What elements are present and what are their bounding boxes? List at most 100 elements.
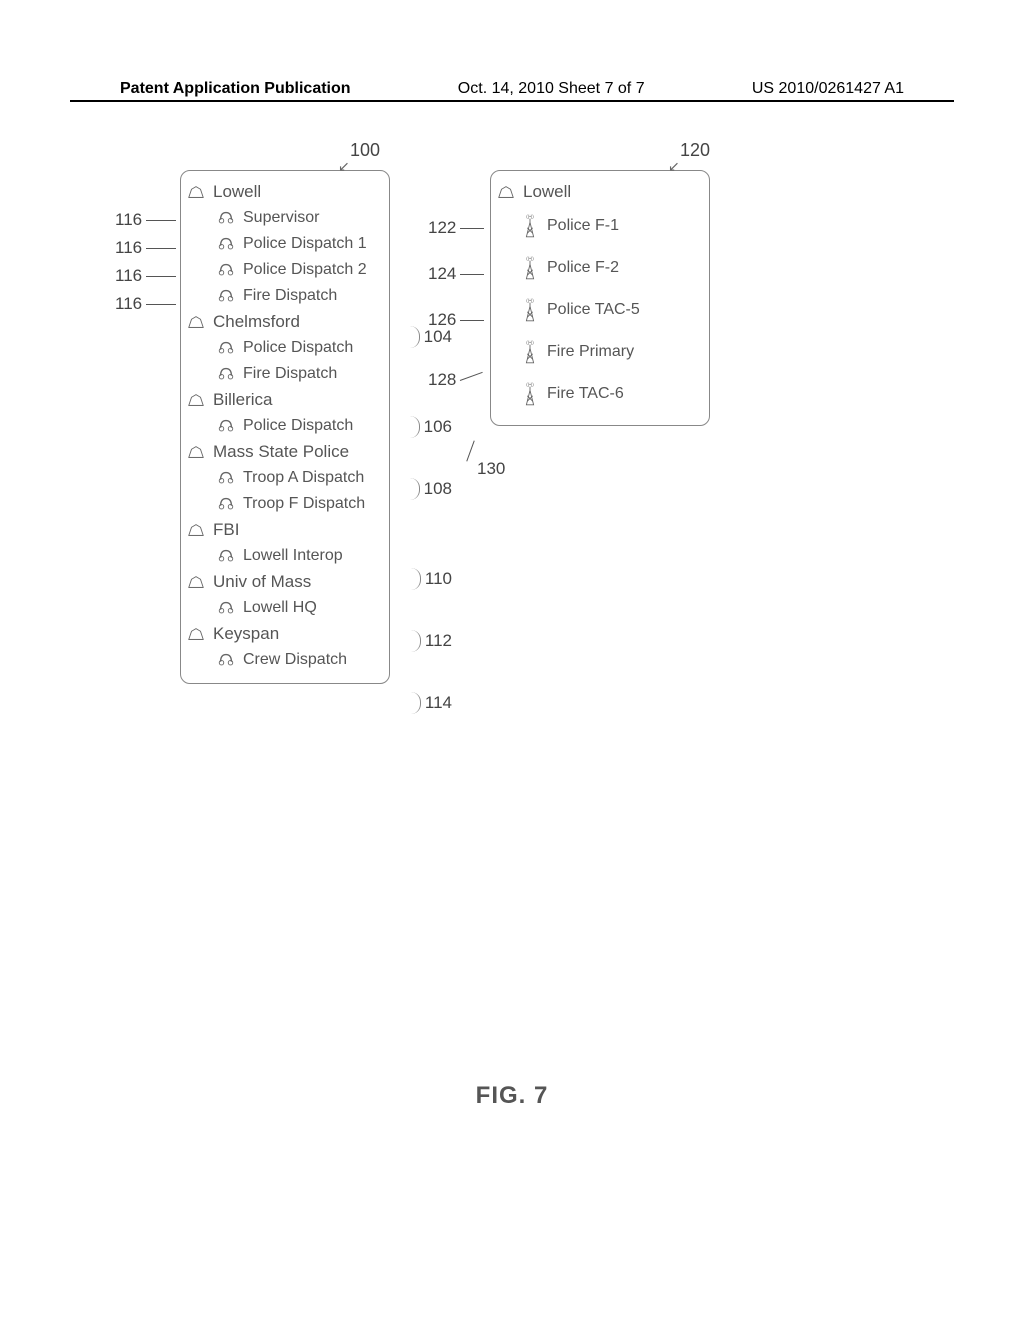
item-label: Crew Dispatch xyxy=(243,651,347,669)
building-icon xyxy=(187,523,205,537)
ref-100: 100 xyxy=(350,140,380,161)
building-icon xyxy=(187,393,205,407)
list-item: Fire Dispatch xyxy=(193,361,377,387)
tower-icon: ((•)) xyxy=(521,381,539,407)
item-label: Fire Dispatch xyxy=(243,287,337,305)
item-label: Lowell Interop xyxy=(243,547,343,565)
headset-icon xyxy=(217,547,235,565)
ref-130: 130 xyxy=(470,440,505,462)
item-label: Lowell HQ xyxy=(243,599,317,617)
header-left: Patent Application Publication xyxy=(120,80,351,98)
group-fbi: FBI xyxy=(187,517,377,543)
list-item: Troop A Dispatch xyxy=(193,465,377,491)
diagram-area: 100 ↙ 116 116 116 116 104 106 108 110 11… xyxy=(180,170,710,684)
header-divider xyxy=(70,100,954,102)
list-item: Fire Dispatch xyxy=(193,283,377,309)
item-label: Troop A Dispatch xyxy=(243,469,364,487)
group-keyspan: Keyspan xyxy=(187,621,377,647)
list-item: Lowell HQ xyxy=(193,595,377,621)
item-label: Supervisor xyxy=(243,209,319,227)
headset-icon xyxy=(217,417,235,435)
group-lowell-right: Lowell xyxy=(497,179,697,205)
svg-text:((•)): ((•)) xyxy=(526,340,534,345)
building-icon xyxy=(187,575,205,589)
svg-text:((•)): ((•)) xyxy=(526,214,534,219)
svg-text:((•)): ((•)) xyxy=(526,382,534,387)
group-label: FBI xyxy=(213,520,239,540)
group-billerica: Billerica xyxy=(187,387,377,413)
item-label: Fire TAC-6 xyxy=(547,385,624,403)
list-item: ((•)) Fire Primary xyxy=(503,331,697,373)
right-panel-wrapper: 120 ↙ 122 124 126 128 130 Lowell ((•)) P… xyxy=(490,170,710,684)
item-label: Police F-1 xyxy=(547,217,619,235)
group-lowell: Lowell xyxy=(187,179,377,205)
page-header: Patent Application Publication Oct. 14, … xyxy=(0,80,1024,98)
group-chelmsford: Chelmsford xyxy=(187,309,377,335)
headset-icon xyxy=(217,287,235,305)
ref-108: 108 xyxy=(408,478,452,500)
ref-116-b: 116 xyxy=(115,238,176,258)
list-item: ((•)) Police F-2 xyxy=(503,247,697,289)
tower-icon: ((•)) xyxy=(521,339,539,365)
svg-text:((•)): ((•)) xyxy=(526,298,534,303)
tower-icon: ((•)) xyxy=(521,297,539,323)
ref-116-a: 116 xyxy=(115,210,176,230)
building-icon xyxy=(187,185,205,199)
ref-128: 128 xyxy=(428,370,484,390)
tower-icon: ((•)) xyxy=(521,255,539,281)
headset-icon xyxy=(217,235,235,253)
header-right: US 2010/0261427 A1 xyxy=(752,80,904,98)
ref-112: 112 xyxy=(409,630,452,652)
headset-icon xyxy=(217,599,235,617)
item-label: Police Dispatch xyxy=(243,417,353,435)
left-panel: Lowell Supervisor Police Dispatch 1 Poli… xyxy=(180,170,390,684)
headset-icon xyxy=(217,469,235,487)
list-item: Supervisor xyxy=(193,205,377,231)
ref-106: 106 xyxy=(408,416,452,438)
group-label: Lowell xyxy=(523,182,571,202)
headset-icon xyxy=(217,209,235,227)
headset-icon xyxy=(217,365,235,383)
group-label: Mass State Police xyxy=(213,442,349,462)
item-label: Police Dispatch 2 xyxy=(243,261,367,279)
list-item: Lowell Interop xyxy=(193,543,377,569)
group-umass: Univ of Mass xyxy=(187,569,377,595)
ref-120: 120 xyxy=(680,140,710,161)
item-label: Police Dispatch xyxy=(243,339,353,357)
building-icon xyxy=(187,315,205,329)
figure-label: FIG. 7 xyxy=(0,1082,1024,1110)
list-item: Police Dispatch xyxy=(193,413,377,439)
ref-116-d: 116 xyxy=(115,294,176,314)
item-label: Fire Dispatch xyxy=(243,365,337,383)
group-label: Univ of Mass xyxy=(213,572,311,592)
headset-icon xyxy=(217,261,235,279)
ref-116-c: 116 xyxy=(115,266,176,286)
list-item: Troop F Dispatch xyxy=(193,491,377,517)
svg-text:((•)): ((•)) xyxy=(526,256,534,261)
ref-122: 122 xyxy=(428,218,484,238)
building-icon xyxy=(187,627,205,641)
item-label: Troop F Dispatch xyxy=(243,495,365,513)
item-label: Police TAC-5 xyxy=(547,301,640,319)
ref-110: 110 xyxy=(409,568,452,590)
group-label: Keyspan xyxy=(213,624,279,644)
headset-icon xyxy=(217,495,235,513)
item-label: Police Dispatch 1 xyxy=(243,235,367,253)
list-item: ((•)) Police F-1 xyxy=(503,205,697,247)
tower-icon: ((•)) xyxy=(521,213,539,239)
list-item: Police Dispatch 1 xyxy=(193,231,377,257)
arrow-icon: ↙ xyxy=(338,158,350,175)
header-center: Oct. 14, 2010 Sheet 7 of 7 xyxy=(458,80,645,98)
building-icon xyxy=(187,445,205,459)
left-panel-wrapper: 100 ↙ 116 116 116 116 104 106 108 110 11… xyxy=(180,170,390,684)
list-item: Police Dispatch 2 xyxy=(193,257,377,283)
arrow-icon: ↙ xyxy=(668,158,680,175)
headset-icon xyxy=(217,651,235,669)
item-label: Fire Primary xyxy=(547,343,634,361)
group-label: Chelmsford xyxy=(213,312,300,332)
right-panel: Lowell ((•)) Police F-1 ((•)) Police F-2… xyxy=(490,170,710,426)
list-item: Police Dispatch xyxy=(193,335,377,361)
list-item: ((•)) Fire TAC-6 xyxy=(503,373,697,415)
ref-114: 114 xyxy=(409,692,452,714)
item-label: Police F-2 xyxy=(547,259,619,277)
